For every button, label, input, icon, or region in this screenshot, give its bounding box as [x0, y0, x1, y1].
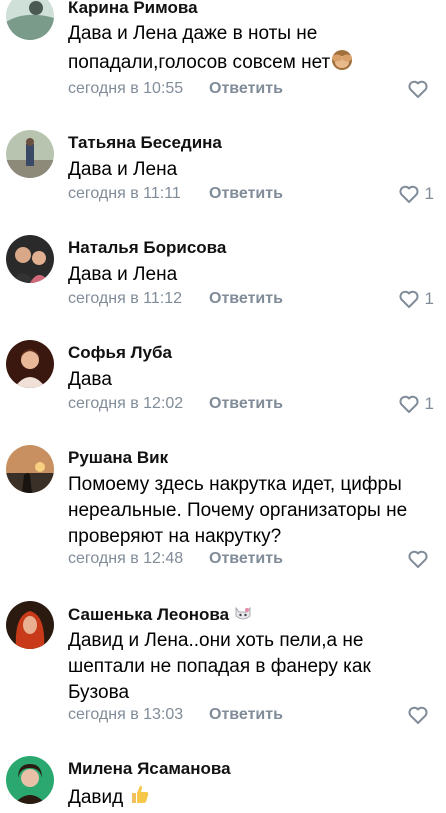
- avatar[interactable]: [6, 601, 54, 649]
- cat-icon: [234, 604, 252, 627]
- like-button[interactable]: [408, 549, 434, 569]
- comment-author[interactable]: Татьяна Беседина: [68, 133, 222, 153]
- comment-author[interactable]: Карина Римова: [68, 0, 198, 18]
- comment-text: Давид: [68, 783, 428, 813]
- comment-text: Дава и Лена: [68, 159, 178, 180]
- comment-author[interactable]: Рушана Вик: [68, 448, 168, 468]
- reply-button[interactable]: Ответить: [209, 290, 283, 308]
- comment-text: Дава и Лена даже в ноты не попадали,голо…: [68, 21, 428, 79]
- heart-icon: [398, 290, 419, 308]
- like-button[interactable]: [408, 79, 434, 99]
- like-button[interactable]: [408, 705, 434, 725]
- reply-button[interactable]: Ответить: [209, 395, 283, 413]
- avatar[interactable]: [6, 445, 54, 493]
- like-button[interactable]: 1: [398, 289, 434, 309]
- comment-text: Дава: [68, 369, 112, 390]
- heart-icon: [398, 185, 419, 203]
- comment-author[interactable]: Наталья Борисова: [68, 238, 226, 258]
- reply-button[interactable]: Ответить: [209, 550, 283, 568]
- reply-button[interactable]: Ответить: [209, 80, 283, 98]
- heart-icon: [398, 395, 419, 413]
- avatar[interactable]: [6, 130, 54, 178]
- comment-text: Давид и Лена..они хоть пели,а не шептали…: [68, 630, 371, 703]
- see-no-evil-monkey-icon: [330, 47, 354, 79]
- comment-author[interactable]: Сашенька Леонова: [68, 604, 252, 627]
- like-count: 1: [424, 289, 434, 308]
- like-count: 1: [424, 394, 434, 413]
- heart-icon: [408, 80, 428, 98]
- like-button[interactable]: 1: [398, 394, 434, 414]
- comment-text: Помоему здесь накрутка идет, цифры нереа…: [68, 474, 408, 547]
- comment-author[interactable]: Милена Ясаманова: [68, 759, 231, 779]
- comment-time: сегодня в 12:48: [68, 550, 184, 567]
- comment-time: сегодня в 11:11: [68, 185, 181, 202]
- comment-text: Дава и Лена: [68, 264, 178, 285]
- like-count: 1: [424, 184, 434, 203]
- avatar[interactable]: [6, 340, 54, 388]
- comment-time: сегодня в 11:12: [68, 290, 183, 307]
- avatar[interactable]: [6, 756, 54, 804]
- thumbs-up-icon: [129, 783, 151, 813]
- like-button[interactable]: 1: [398, 184, 434, 204]
- comment-time: сегодня в 12:02: [68, 395, 184, 412]
- avatar[interactable]: [6, 0, 54, 40]
- comment-time: сегодня в 10:55: [68, 80, 184, 97]
- reply-button[interactable]: Ответить: [209, 706, 283, 724]
- avatar[interactable]: [6, 235, 54, 283]
- reply-button[interactable]: Ответить: [209, 185, 283, 203]
- heart-icon: [408, 706, 428, 724]
- heart-icon: [408, 550, 428, 568]
- comment-time: сегодня в 13:03: [68, 706, 184, 723]
- comment-author[interactable]: Софья Луба: [68, 343, 172, 363]
